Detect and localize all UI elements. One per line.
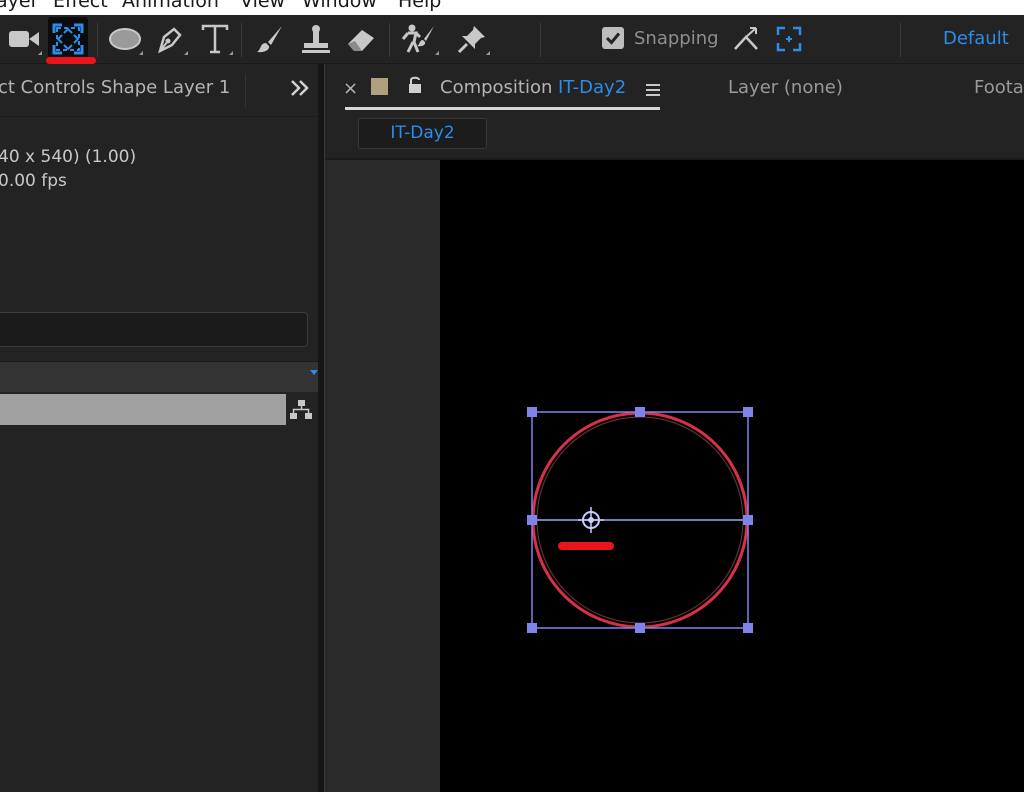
pen-icon: [158, 27, 182, 54]
tool-flyout-indicator: [229, 51, 233, 55]
menu-layer[interactable]: ayer: [0, 0, 38, 12]
panel-dropdown[interactable]: [0, 361, 318, 392]
type-tool-button[interactable]: [195, 17, 235, 61]
pin-icon: [457, 26, 485, 54]
anchor-point-icon[interactable]: [578, 507, 604, 533]
transform-handle[interactable]: [527, 407, 537, 417]
transform-handle[interactable]: [743, 407, 753, 417]
eraser-icon: [348, 30, 374, 51]
hierarchy-button[interactable]: [289, 399, 313, 425]
composition-canvas[interactable]: [440, 160, 1024, 792]
tool-flyout-indicator: [139, 51, 143, 55]
workspace-default[interactable]: Default: [943, 28, 1009, 49]
hamburger-menu-icon: [646, 84, 660, 96]
composition-tab-bar: × Composition IT-Day2 Layer (none) Foota: [325, 64, 1024, 114]
menu-animation[interactable]: Animation: [122, 0, 219, 12]
composition-tab-label[interactable]: Composition: [440, 77, 552, 98]
eraser-tool-button[interactable]: [340, 17, 382, 61]
search-input[interactable]: [0, 312, 308, 347]
hierarchy-icon: [290, 400, 312, 419]
menu-effect[interactable]: Effect: [53, 0, 108, 12]
layer-tab[interactable]: Layer (none): [728, 77, 843, 98]
tab-separator: [245, 74, 246, 108]
menu-bar: ayer Effect Animation View Window Help: [0, 0, 1024, 15]
toolbar-separator: [389, 23, 390, 57]
close-icon[interactable]: ×: [343, 78, 358, 99]
pen-tool-button[interactable]: [150, 17, 190, 61]
tool-flyout-indicator: [184, 51, 188, 55]
menu-view[interactable]: View: [240, 0, 285, 12]
layer-bar[interactable]: [0, 394, 286, 425]
transform-handle[interactable]: [527, 623, 537, 633]
transform-handle[interactable]: [743, 515, 753, 525]
active-tab-underline: [345, 107, 660, 110]
menu-window[interactable]: Window: [302, 0, 377, 12]
toolbar-separator: [900, 23, 901, 57]
transform-handle[interactable]: [527, 515, 537, 525]
snap-edges-icon: [734, 27, 758, 50]
ellipse-tool-button[interactable]: [105, 17, 145, 61]
transform-handle[interactable]: [635, 407, 645, 417]
anchor-annotation-mark: [558, 542, 614, 550]
composition-breadcrumb-bar: IT-Day2: [325, 114, 1024, 160]
transform-handle[interactable]: [743, 623, 753, 633]
comp-resolution-text: 40 x 540) (1.00): [0, 147, 137, 167]
composition-breadcrumb[interactable]: IT-Day2: [358, 118, 487, 149]
unlock-icon: [409, 76, 421, 93]
toolbar-separator: [540, 23, 541, 57]
composition-viewer[interactable]: [325, 160, 1024, 792]
shape-layer-overlay: [527, 407, 753, 633]
region-of-interest-icon: [52, 23, 84, 55]
tool-flyout-indicator: [435, 51, 439, 55]
tool-flyout-indicator: [38, 51, 42, 55]
toolbar-separator: [241, 23, 242, 57]
chevron-down-icon: [310, 370, 318, 375]
clone-stamp-tool-button[interactable]: [295, 17, 337, 61]
panel-menu-button[interactable]: [645, 82, 661, 101]
type-icon: [201, 24, 229, 54]
transform-handle[interactable]: [635, 623, 645, 633]
toolbar-separator: [97, 23, 98, 57]
region-of-interest-tool-button[interactable]: [48, 17, 88, 61]
double-chevron-right-icon: [291, 80, 309, 96]
pin-tool-button[interactable]: [452, 17, 492, 61]
lock-button[interactable]: [407, 75, 423, 99]
tool-flyout-indicator: [486, 51, 490, 55]
brush-icon: [257, 26, 282, 53]
composition-panel: × Composition IT-Day2 Layer (none) Foota…: [324, 64, 1024, 792]
toolbar: Snapping Default: [0, 15, 1024, 64]
snapping-label[interactable]: Snapping: [634, 28, 719, 49]
label-color-swatch[interactable]: [371, 78, 388, 95]
panel-overflow-button[interactable]: [289, 78, 311, 102]
camera-tool-button[interactable]: [4, 17, 44, 61]
snap-features-icon: [776, 26, 802, 52]
puppet-tool-button[interactable]: [397, 17, 441, 61]
menu-help[interactable]: Help: [398, 0, 441, 12]
effect-controls-tab[interactable]: ct Controls Shape Layer 1: [0, 77, 230, 98]
composition-tab-name[interactable]: IT-Day2: [558, 77, 626, 98]
effect-controls-panel: ct Controls Shape Layer 1 40 x 540) (1.0…: [0, 64, 318, 792]
snap-edges-button[interactable]: [732, 25, 760, 57]
snap-features-button[interactable]: [775, 25, 803, 57]
puppet-icon: [401, 24, 434, 53]
check-icon: [605, 32, 621, 45]
footage-tab[interactable]: Foota: [974, 77, 1024, 98]
camera-icon: [9, 31, 39, 47]
brush-tool-button[interactable]: [250, 17, 290, 61]
effect-controls-tab-bar: ct Controls Shape Layer 1: [0, 64, 318, 117]
ellipse-icon: [109, 28, 141, 50]
comp-framerate-text: 0.00 fps: [0, 171, 67, 191]
tool-annotation-underline: [46, 57, 96, 64]
clone-stamp-icon: [302, 25, 330, 53]
snapping-checkbox[interactable]: [602, 27, 624, 49]
